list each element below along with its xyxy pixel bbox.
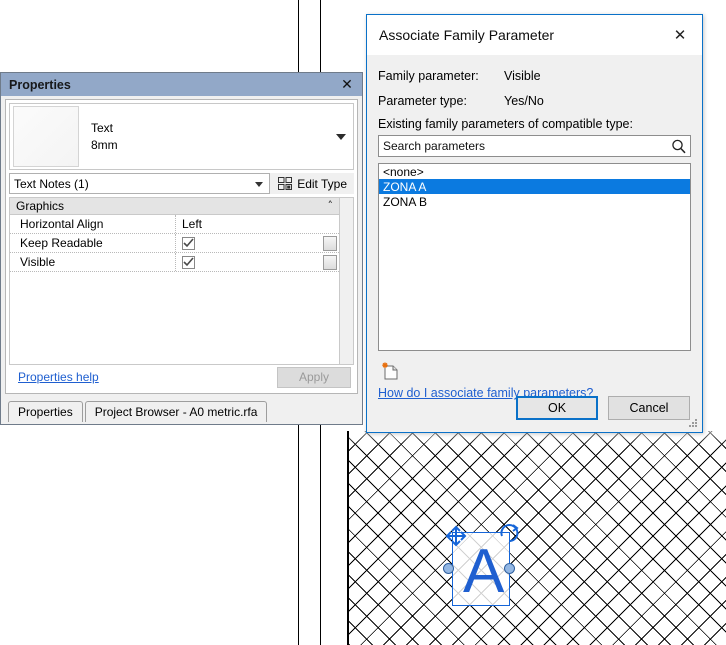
new-parameter-icon (382, 362, 398, 380)
property-name: Visible (10, 253, 176, 271)
parameter-type-row: Parameter type: Yes/No (378, 88, 691, 113)
type-selector[interactable]: Text 8mm (9, 103, 354, 170)
collapse-chevron-icon[interactable]: ˄ (328, 200, 334, 211)
check-icon (183, 238, 194, 248)
edit-type-label: Edit Type (297, 176, 347, 191)
tab-project-browser[interactable]: Project Browser - A0 metric.rfa (84, 401, 268, 422)
group-header-graphics[interactable]: Graphics ˄ (10, 198, 339, 215)
assoc-cell (319, 253, 339, 271)
associate-parameter-button[interactable] (323, 235, 337, 251)
text-grip-right[interactable] (504, 563, 515, 574)
close-icon[interactable]: ✕ (658, 16, 702, 54)
property-name: Horizontal Align (10, 215, 176, 233)
resize-grip-icon[interactable] (688, 418, 699, 429)
type-family-label: Text (91, 121, 114, 136)
selection-row: Text Notes (1) Edit Type (9, 173, 354, 194)
dialog-titlebar[interactable]: Associate Family Parameter ✕ (367, 15, 702, 55)
tab-project-browser-label: Project Browser - A0 metric.rfa (94, 405, 258, 419)
associate-parameter-button[interactable] (323, 254, 337, 270)
rotate-handle-icon[interactable] (498, 522, 520, 544)
properties-body: Text 8mm Text Notes (1) Edit Type Graphi… (5, 99, 358, 394)
new-parameter-button[interactable] (378, 360, 402, 382)
parameter-type-value: Yes/No (504, 93, 544, 108)
list-item[interactable]: ZONA A (379, 179, 690, 194)
properties-help-link[interactable]: Properties help (18, 370, 99, 384)
ok-button[interactable]: OK (516, 396, 598, 420)
close-icon[interactable]: ✕ (338, 76, 356, 94)
chevron-down-icon[interactable] (255, 181, 264, 187)
list-item[interactable]: <none> (379, 164, 690, 179)
properties-grid-wrapper: Graphics ˄ Horizontal Align Left Keep Re… (9, 197, 354, 365)
family-parameter-label: Family parameter: (378, 68, 479, 83)
edit-type-icon (278, 176, 293, 190)
text-grip-left[interactable] (443, 563, 454, 574)
property-name: Keep Readable (10, 234, 176, 252)
assoc-cell (319, 234, 339, 252)
edit-type-button[interactable]: Edit Type (270, 173, 354, 194)
existing-parameters-label: Existing family parameters of compatible… (378, 117, 633, 131)
dialog-title-label: Associate Family Parameter (379, 27, 555, 43)
move-handle-icon[interactable] (443, 523, 469, 549)
search-box[interactable] (378, 135, 691, 157)
tab-properties[interactable]: Properties (8, 401, 83, 422)
properties-grid[interactable]: Graphics ˄ Horizontal Align Left Keep Re… (9, 197, 339, 365)
keep-readable-checkbox[interactable] (182, 236, 195, 250)
selection-combo[interactable]: Text Notes (1) (9, 173, 271, 194)
associate-family-parameter-dialog[interactable]: Associate Family Parameter ✕ Family para… (366, 14, 703, 433)
caret-down-icon[interactable] (336, 133, 346, 140)
cancel-button[interactable]: Cancel (608, 396, 690, 420)
apply-button[interactable]: Apply (277, 366, 351, 388)
tab-properties-label: Properties (18, 405, 73, 419)
type-preview-thumbnail (13, 106, 79, 167)
properties-title-label: Properties (9, 77, 71, 92)
parameter-type-label: Parameter type: (378, 93, 467, 108)
list-item-label: ZONA A (383, 179, 427, 194)
visible-checkbox[interactable] (182, 255, 195, 269)
group-header-label: Graphics (16, 199, 65, 213)
property-value (176, 253, 319, 271)
property-value[interactable]: Left (176, 215, 319, 233)
properties-grid-scrollbar[interactable] (339, 197, 354, 365)
parameters-listbox[interactable]: <none> ZONA A ZONA B (378, 163, 691, 351)
table-row[interactable]: Visible (10, 253, 339, 272)
property-value (176, 234, 319, 252)
dialog-body: Family parameter: Visible Parameter type… (367, 55, 702, 400)
search-input[interactable] (379, 138, 666, 154)
properties-titlebar[interactable]: Properties ✕ (1, 73, 362, 96)
type-preview-text: Text 8mm (91, 120, 118, 152)
family-parameter-row: Family parameter: Visible (378, 63, 691, 88)
type-size-label: 8mm (91, 137, 118, 152)
family-parameter-value: Visible (504, 68, 541, 83)
selection-combo-value: Text Notes (1) (14, 176, 89, 191)
hatch-region[interactable] (347, 431, 726, 645)
properties-footer: Properties help Apply (10, 365, 353, 389)
list-item-label: <none> (383, 164, 424, 179)
check-icon (183, 257, 194, 267)
table-row[interactable]: Keep Readable (10, 234, 339, 253)
table-row[interactable]: Horizontal Align Left (10, 215, 339, 234)
list-item-label: ZONA B (383, 194, 428, 209)
list-item[interactable]: ZONA B (379, 194, 690, 209)
dialog-button-row: OK Cancel (516, 396, 690, 420)
assoc-cell (319, 215, 339, 233)
search-icon[interactable] (666, 139, 690, 154)
text-element-a[interactable]: A (463, 541, 504, 603)
palette-tabstrip: Properties Project Browser - A0 metric.r… (0, 400, 363, 422)
properties-palette[interactable]: Properties ✕ Text 8mm Text Notes (1) Edi… (0, 72, 363, 425)
